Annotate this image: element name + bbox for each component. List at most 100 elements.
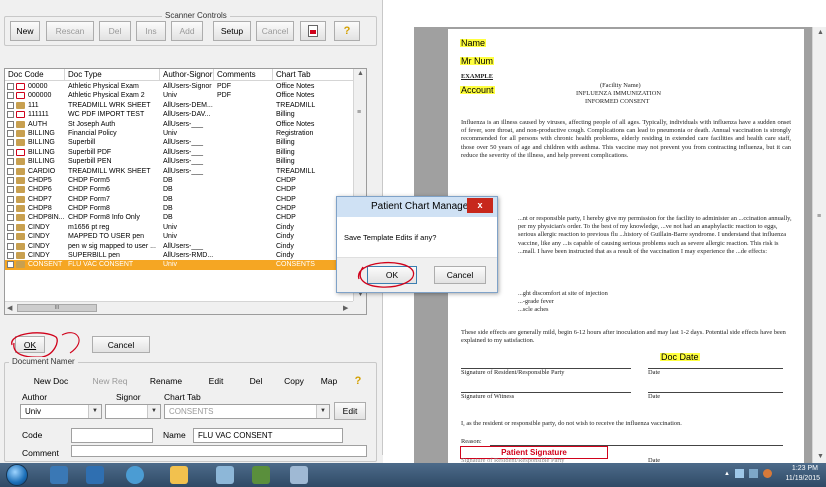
table-row[interactable]: AUTH St Joseph Auth AllUsers-___ Office Not… [5, 120, 358, 129]
row-checkbox[interactable] [7, 101, 14, 109]
row-checkbox[interactable] [7, 167, 14, 175]
table-row[interactable]: CINDY pen w sig mapped to user ... AllUser… [5, 242, 358, 251]
scroll-right-icon[interactable]: ▶ [343, 304, 348, 312]
rename-button[interactable]: Rename [145, 371, 187, 391]
ins-button[interactable]: Ins [136, 21, 166, 41]
row-checkbox[interactable] [7, 92, 14, 100]
help-button[interactable]: ? [334, 21, 360, 41]
row-checkbox[interactable] [7, 223, 14, 231]
dialog-cancel-button[interactable]: Cancel [434, 266, 486, 284]
table-row[interactable]: CHDP8IN... CHDP Form8 Info Only DB CHDP [5, 213, 358, 222]
table-row[interactable]: CINDY m1656 pt reg Univ Cindy [5, 223, 358, 232]
clock-date[interactable]: 11/19/2015 [785, 475, 820, 482]
scroll-down-icon[interactable]: ▼ [817, 453, 824, 460]
map-button[interactable]: Map [316, 371, 342, 391]
add-button[interactable]: Add [171, 21, 203, 41]
row-checkbox[interactable] [7, 205, 14, 213]
new-button[interactable]: New [10, 21, 40, 41]
table-row[interactable]: CHDP5 CHDP Form5 DB CHDP [5, 176, 358, 185]
row-checkbox[interactable] [7, 148, 14, 156]
table-row[interactable]: 111 TREADMILL WRK SHEET AllUsers-DEM... TRE… [5, 101, 358, 110]
setup-button[interactable]: Setup [213, 21, 251, 41]
comment-input[interactable] [71, 445, 367, 457]
network-icon[interactable] [735, 469, 744, 478]
scroll-up-icon[interactable]: ▲ [817, 29, 824, 36]
tray-arrow-icon[interactable]: ▲ [724, 471, 730, 477]
row-checkbox[interactable] [7, 242, 14, 250]
row-checkbox[interactable] [7, 233, 14, 241]
server-manager-icon[interactable] [50, 466, 68, 484]
table-row[interactable]: BILLING Financial Policy Univ Registration [5, 129, 358, 138]
table-row[interactable]: 00000 Athletic Physical Exam AllUsers-Sign… [5, 82, 358, 91]
table-row[interactable]: BILLING Superbill PDF AllUsers-___ Billing [5, 148, 358, 157]
row-checkbox[interactable] [7, 129, 14, 137]
table-row[interactable]: 111111 WC PDF IMPORT TEST AllUsers-DAV... B… [5, 110, 358, 119]
explorer-icon[interactable] [126, 466, 144, 484]
col-author-signor[interactable]: Author-Signor [160, 69, 214, 81]
row-checkbox[interactable] [7, 111, 14, 119]
name-input[interactable]: FLU VAC CONSENT [193, 428, 343, 443]
row-checkbox[interactable] [7, 83, 14, 90]
scroll-thumb[interactable]: III [17, 304, 97, 312]
app-icon[interactable] [216, 466, 234, 484]
code-input[interactable] [71, 428, 153, 443]
rescan-button[interactable]: Rescan [46, 21, 94, 41]
close-button[interactable]: x [467, 198, 493, 213]
folder-icon[interactable] [170, 466, 188, 484]
row-checkbox[interactable] [7, 186, 14, 194]
table-row[interactable]: CINDY SUPERBILL pen AllUsers-RMD... Cindy [5, 251, 358, 260]
row-checkbox[interactable] [7, 214, 14, 222]
table-row[interactable]: 000000 Athletic Physical Exam 2 Univ PDF Off… [5, 91, 358, 100]
row-checkbox[interactable] [7, 120, 14, 128]
col-chart-tab[interactable]: Chart Tab [273, 69, 358, 81]
col-doc-code[interactable]: Doc Code [5, 69, 65, 81]
document-app-icon[interactable] [252, 466, 270, 484]
pdf-button[interactable] [300, 21, 326, 41]
table-row[interactable]: BILLING Superbill PEN AllUsers-___ Billing [5, 157, 358, 166]
new-doc-button[interactable]: New Doc [30, 371, 72, 391]
image-app-icon[interactable] [290, 466, 308, 484]
table-row[interactable]: CHDP6 CHDP Form6 DB CHDP [5, 185, 358, 194]
chart-tab-select[interactable]: CONSENTS ▼ [164, 404, 330, 419]
row-checkbox[interactable] [7, 252, 14, 260]
chart-tab-edit-button[interactable]: Edit [334, 402, 366, 420]
row-checkbox[interactable] [7, 195, 14, 203]
signor-select[interactable]: ▼ [105, 404, 161, 419]
doc-date-field-tag[interactable]: Doc Date [660, 352, 700, 362]
row-checkbox[interactable] [7, 139, 14, 147]
row-checkbox[interactable] [7, 261, 14, 269]
del-doc-button[interactable]: Del [244, 371, 268, 391]
row-checkbox[interactable] [7, 158, 14, 166]
edit-doc-button[interactable]: Edit [203, 371, 229, 391]
table-row[interactable]: BILLING Superbill AllUsers-___ Billing [5, 138, 358, 147]
scroll-up-icon[interactable]: ▲ [357, 70, 364, 77]
start-button-icon[interactable] [6, 464, 28, 486]
volume-icon[interactable] [763, 469, 772, 478]
author-select[interactable]: Univ ▼ [20, 404, 102, 419]
cancel-button[interactable]: Cancel [92, 336, 150, 353]
col-doc-type[interactable]: Doc Type [65, 69, 160, 81]
horizontal-scrollbar[interactable]: ◀ III ▶ [5, 301, 354, 314]
monitor-icon[interactable] [749, 469, 758, 478]
new-req-button[interactable]: New Req [89, 371, 131, 391]
mr-num-field-tag[interactable]: Mr Num [460, 56, 494, 66]
account-field-tag[interactable]: Account [460, 85, 495, 95]
col-comments[interactable]: Comments [214, 69, 273, 81]
cell-doc-code: CHDP6 [5, 185, 65, 194]
clock-time[interactable]: 1:23 PM [792, 465, 818, 472]
powershell-icon[interactable] [86, 466, 104, 484]
copy-button[interactable]: Copy [279, 371, 309, 391]
scroll-left-icon[interactable]: ◀ [7, 304, 12, 312]
namer-help-button[interactable]: ? [348, 371, 368, 391]
table-row[interactable]: CHDP7 CHDP Form7 DB CHDP [5, 195, 358, 204]
cancel-scan-button[interactable]: Cancel [256, 21, 294, 41]
document-list[interactable]: Doc Code Doc Type Author-Signor Comments… [4, 68, 367, 315]
row-checkbox[interactable] [7, 176, 14, 184]
table-row[interactable]: CHDP8 CHDP Form8 DB CHDP [5, 204, 358, 213]
preview-scrollbar[interactable]: ▲ ≡ ▼ [812, 27, 826, 464]
del-button[interactable]: Del [99, 21, 131, 41]
table-row[interactable]: CARDIO TREADMILL WRK SHEET AllUsers-___ TRE… [5, 167, 358, 176]
table-row[interactable]: CONSENT FLU VAC CONSENT Univ CONSENTS [5, 260, 358, 270]
name-field-tag[interactable]: Name [460, 38, 487, 48]
table-row[interactable]: CINDY MAPPED TO USER pen Univ Cindy [5, 232, 358, 241]
